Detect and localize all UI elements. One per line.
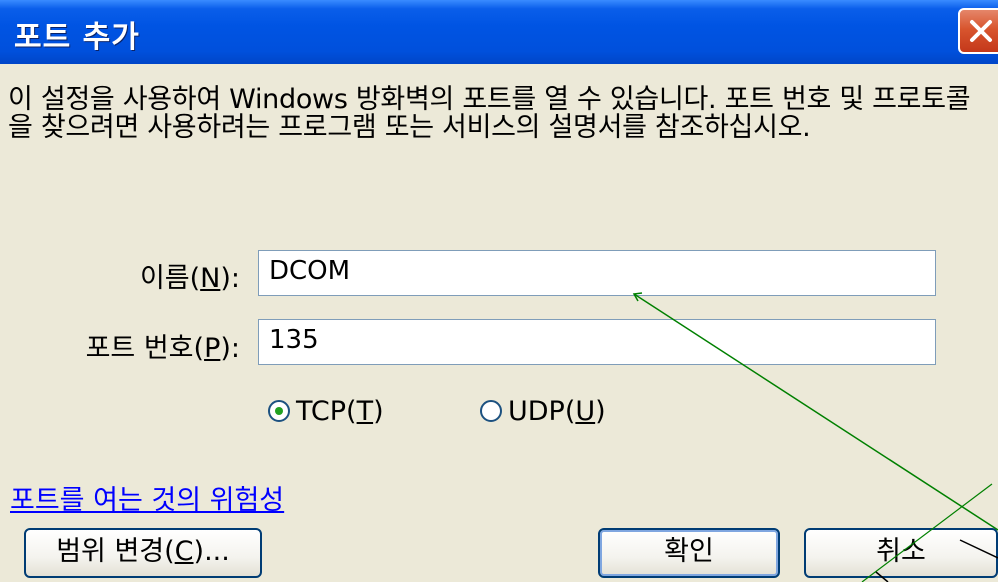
port-input[interactable]: 135 xyxy=(258,319,936,365)
udp-label: UDP(U) xyxy=(508,395,606,427)
ok-button[interactable]: 확인 xyxy=(598,528,780,578)
tcp-label: TCP(T) xyxy=(296,395,384,427)
cancel-button[interactable]: 취소 xyxy=(804,528,998,578)
udp-radio[interactable]: UDP(U) xyxy=(480,395,606,427)
title-bar[interactable]: 포트 추가 xyxy=(0,0,998,64)
port-risk-link[interactable]: 포트를 여는 것의 위험성 xyxy=(10,478,284,517)
radio-selected-icon xyxy=(268,400,290,422)
name-input[interactable]: DCOM xyxy=(258,250,936,296)
close-icon xyxy=(970,20,992,42)
radio-unselected-icon xyxy=(480,400,502,422)
change-scope-button[interactable]: 범위 변경(C)... xyxy=(24,528,262,578)
port-label: 포트 번호(P): xyxy=(85,333,240,364)
tcp-radio[interactable]: TCP(T) xyxy=(268,395,384,427)
description-text: 이 설정을 사용하여 Windows 방화벽의 포트를 열 수 있습니다. 포트… xyxy=(8,84,971,143)
close-button[interactable] xyxy=(958,8,998,54)
window-title: 포트 추가 xyxy=(14,20,140,55)
name-label: 이름(N): xyxy=(139,263,240,294)
